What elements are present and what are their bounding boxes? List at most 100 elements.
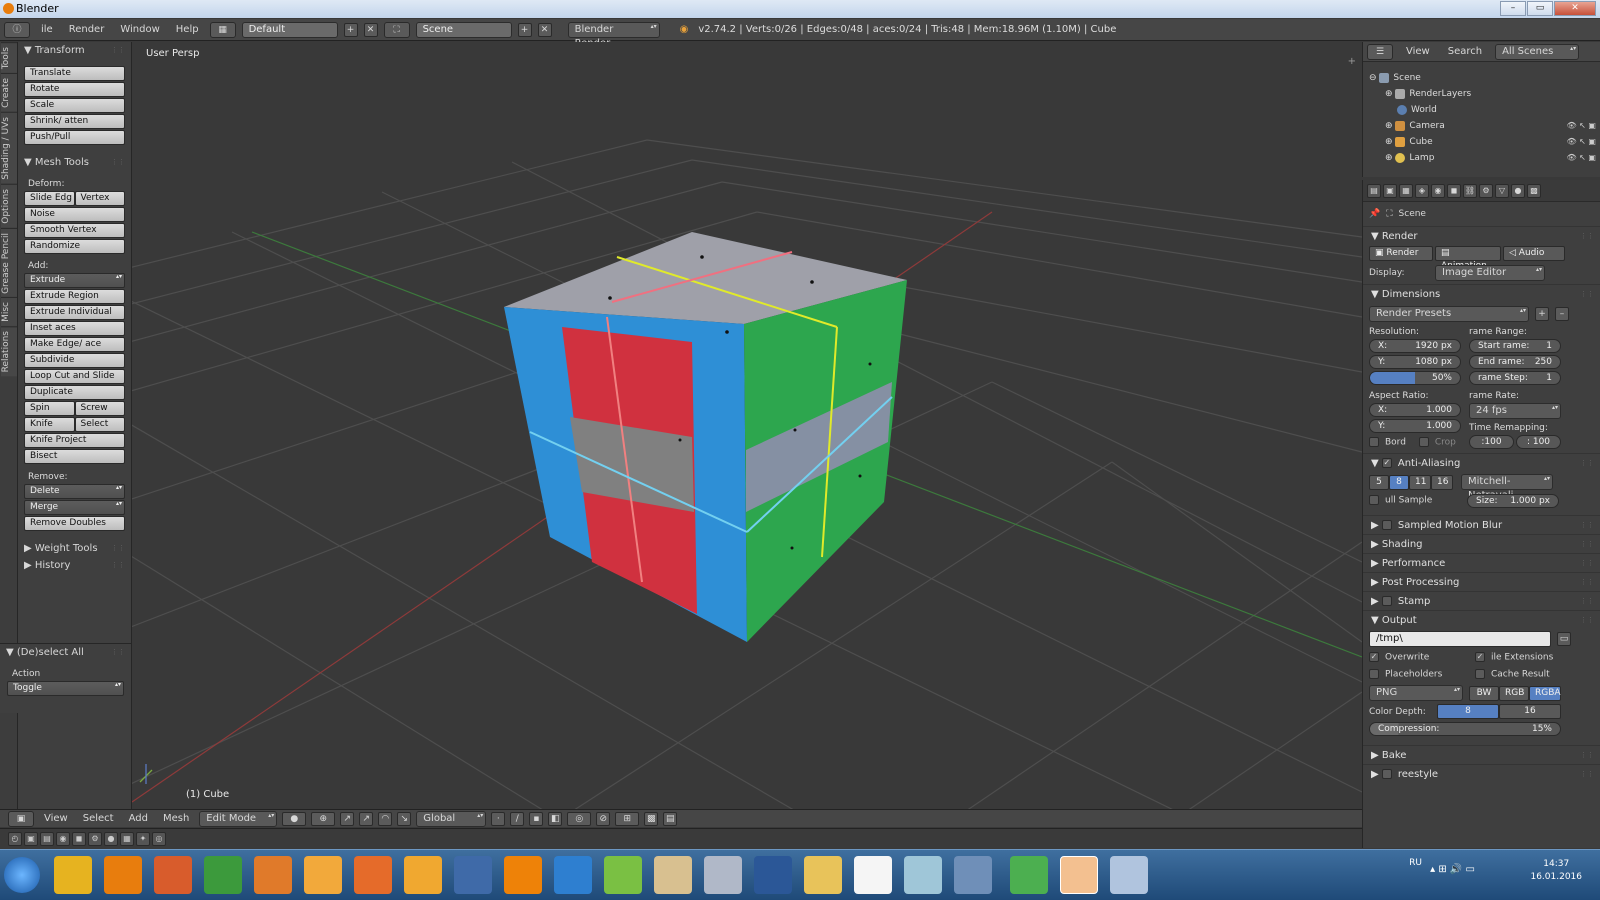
close-button[interactable]: ✕ [1554, 1, 1596, 16]
knife-button[interactable]: Knife [24, 417, 75, 432]
props-tab-particles-icon[interactable]: ✦ [136, 831, 150, 846]
taskbar-vk-icon[interactable] [454, 856, 492, 894]
remove-layout-button[interactable]: ✕ [363, 22, 378, 37]
extrude-dropdown[interactable]: Extrude [24, 273, 125, 288]
time-remap-old-field[interactable]: :100 [1469, 435, 1514, 449]
outliner-item-world[interactable]: World [1363, 102, 1600, 118]
props-tab-material-icon[interactable]: ● [104, 831, 118, 846]
mode-dropdown[interactable]: Edit Mode [199, 810, 278, 827]
add-scene-button[interactable]: + [517, 22, 532, 37]
outliner-item-cube[interactable]: ⊕ Cube 👁 ↖ ▣ [1363, 134, 1600, 150]
inset-faces-button[interactable]: Inset aces [24, 321, 125, 336]
add-layout-button[interactable]: + [343, 22, 358, 37]
performance-panel-header[interactable]: ▶ Performance [1363, 553, 1600, 573]
props-tab-world-icon[interactable]: ◉ [56, 831, 70, 846]
data-tab-icon[interactable]: ▽ [1495, 183, 1509, 198]
remove-scene-button[interactable]: ✕ [537, 22, 552, 37]
stamp-checkbox[interactable] [1381, 596, 1392, 606]
shrink-fatten-button[interactable]: Shrink/ atten [24, 114, 125, 129]
tray-icons[interactable]: ▴ ⊞ 🔊 ▭ [1430, 864, 1475, 875]
panel-weight-tools-header[interactable]: ▶ Weight Tools [18, 540, 131, 557]
post-processing-panel-header[interactable]: ▶ Post Processing [1363, 572, 1600, 592]
duplicate-button[interactable]: Duplicate [24, 385, 125, 400]
3d-viewport[interactable]: User Persp (1) Cube + [132, 42, 1362, 809]
tab-options[interactable]: Options [1, 183, 17, 228]
outliner-item-camera[interactable]: ⊕ Camera 👁 ↖ ▣ [1363, 118, 1600, 134]
dimensions-panel-header[interactable]: ▼ Dimensions [1363, 284, 1600, 304]
taskbar-firefox-icon[interactable] [554, 856, 592, 894]
lamp-visibility-icon[interactable]: 👁 ↖ ▣ [1566, 150, 1596, 166]
taskbar-search-icon[interactable] [404, 856, 442, 894]
overwrite-option[interactable]: ✓ Overwrite [1369, 652, 1469, 663]
panel-transform-header[interactable]: ▼ Transform [18, 42, 131, 59]
tab-tools[interactable]: Tools [1, 42, 17, 74]
bake-panel-header[interactable]: ▶ Bake [1363, 745, 1600, 765]
add-preset-button[interactable]: + [1535, 307, 1549, 321]
scene-icon[interactable]: ⛶ [383, 21, 410, 38]
border-checkbox[interactable] [1369, 437, 1379, 447]
taskbar-app-1-icon[interactable] [54, 856, 92, 894]
placeholders-checkbox[interactable] [1369, 669, 1379, 680]
occlude-icon[interactable]: ◧ [548, 811, 563, 826]
output-path-field[interactable]: /tmp\ [1369, 631, 1551, 647]
merge-dropdown[interactable]: Merge [24, 500, 125, 515]
knife-select-button[interactable]: Select [74, 417, 125, 432]
extrude-individual-button[interactable]: Extrude Individual [24, 305, 125, 320]
rotate-button[interactable]: Rotate [24, 82, 125, 97]
taskbar-app-7-icon[interactable] [354, 856, 392, 894]
translate-manipulator-icon[interactable]: ↗ [359, 811, 374, 826]
editor-type-timeline-icon[interactable]: ◴ [8, 831, 22, 846]
tab-shading-uvs[interactable]: Shading / UVs [1, 112, 17, 184]
aa-samples-5[interactable]: 5 [1369, 474, 1389, 490]
proportional-edit-icon[interactable]: ◎ [567, 811, 592, 826]
taskbar-explorer-icon[interactable] [804, 856, 842, 894]
viewport-scene[interactable] [132, 42, 1362, 809]
taskbar-word-icon[interactable] [754, 856, 792, 894]
taskbar-abbyy-icon[interactable] [854, 856, 892, 894]
color-rgba-button[interactable]: RGBA [1529, 685, 1561, 701]
menu-add[interactable]: Add [124, 813, 153, 824]
slide-vertex-button[interactable]: Vertex [74, 191, 125, 206]
file-format-dropdown[interactable]: PNG [1369, 685, 1463, 701]
aa-samples-8[interactable]: 8 [1389, 474, 1409, 490]
bisect-button[interactable]: Bisect [24, 449, 125, 464]
panel-history-header[interactable]: ▶ History [18, 557, 131, 574]
make-edge-face-button[interactable]: Make Edge/ ace [24, 337, 125, 352]
color-rgb-button[interactable]: RGB [1499, 685, 1529, 701]
taskbar-app-5-icon[interactable] [254, 856, 292, 894]
motion-blur-checkbox[interactable] [1381, 520, 1392, 530]
motion-blur-panel-header[interactable]: ▶ Sampled Motion Blur [1363, 515, 1600, 535]
stamp-panel-header[interactable]: ▶ Stamp [1363, 591, 1600, 611]
overwrite-checkbox[interactable]: ✓ [1369, 652, 1379, 663]
frame-rate-dropdown[interactable]: 24 fps [1469, 403, 1561, 419]
editor-type-info-icon[interactable]: ⓘ [4, 21, 30, 38]
screen-layout-field[interactable]: Default [241, 21, 338, 38]
remove-doubles-button[interactable]: Remove Doubles [24, 516, 125, 531]
color-depth-16-button[interactable]: 16 [1499, 704, 1561, 719]
pivot-point-icon[interactable]: ⊕ [311, 811, 336, 826]
render-presets-dropdown[interactable]: Render Presets [1369, 306, 1529, 322]
cube-visibility-icon[interactable]: 👁 ↖ ▣ [1566, 134, 1596, 150]
time-remap-new-field[interactable]: : 100 [1516, 435, 1561, 449]
outliner-menu-search[interactable]: Search [1443, 46, 1487, 57]
editor-type-outliner-icon[interactable]: ☰ [1367, 43, 1393, 60]
taskbar-ok-icon[interactable] [504, 856, 542, 894]
maximize-button[interactable]: ▭ [1527, 1, 1553, 16]
props-tab-scene-icon[interactable]: ▣ [24, 831, 38, 846]
menu-window[interactable]: Window [115, 24, 164, 35]
browse-folder-icon[interactable]: ▭ [1557, 632, 1571, 646]
taskbar-app-20-icon[interactable] [1010, 856, 1048, 894]
camera-visibility-icon[interactable]: 👁 ↖ ▣ [1566, 118, 1596, 134]
menu-render[interactable]: Render [64, 24, 110, 35]
scene-tab-icon[interactable]: ◈ [1415, 183, 1429, 198]
aspect-y-field[interactable]: Y: 1.000 [1369, 419, 1461, 433]
compression-slider[interactable]: Compression: 15% [1369, 721, 1561, 736]
vertex-select-icon[interactable]: · [491, 811, 506, 826]
resolution-y-field[interactable]: Y: 1080 px [1369, 355, 1461, 369]
props-tab-physics-icon[interactable]: ◎ [152, 831, 166, 846]
full-sample-checkbox[interactable] [1369, 495, 1379, 506]
language-indicator[interactable]: RU [1409, 858, 1422, 868]
pin-icon[interactable]: 📌 [1369, 209, 1380, 219]
render-panel-header[interactable]: ▼ Render [1363, 226, 1600, 246]
minimize-button[interactable]: – [1500, 1, 1526, 16]
